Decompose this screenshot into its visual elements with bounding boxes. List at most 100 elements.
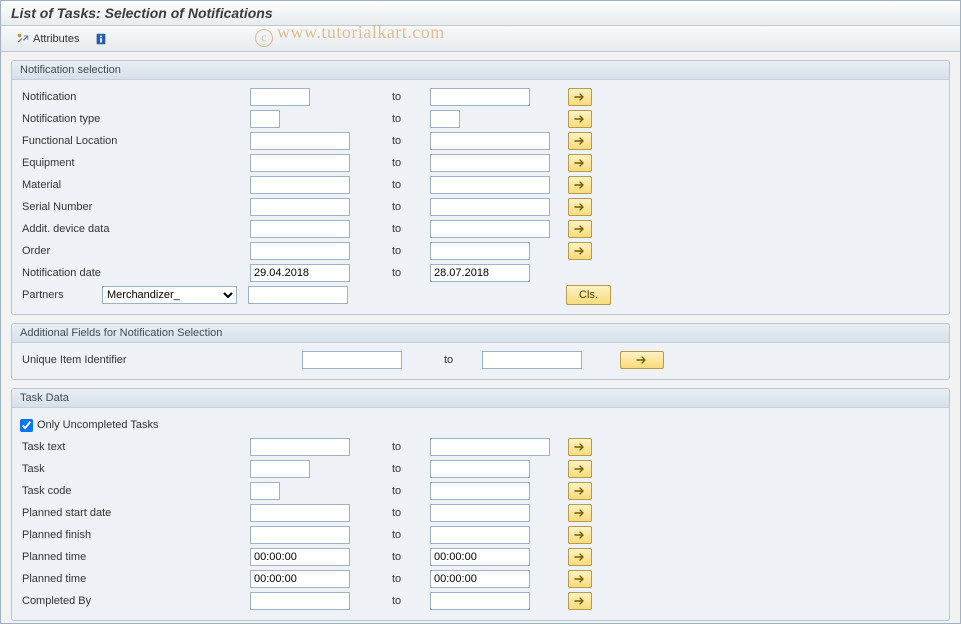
from-input[interactable] [250,242,350,260]
info-button[interactable] [90,29,112,49]
to-label: to [380,91,430,103]
to-label: to [380,507,430,519]
arrow-right-icon [574,224,586,234]
to-input[interactable] [430,110,460,128]
group-title: Notification selection [12,61,949,80]
from-input[interactable] [250,110,280,128]
from-input[interactable] [250,592,350,610]
multiple-selection-button[interactable] [568,548,592,566]
to-input[interactable] [430,154,550,172]
multiple-selection-button[interactable] [568,198,592,216]
arrow-right-icon [574,464,586,474]
unique-item-to-input[interactable] [482,351,582,369]
multiple-selection-button[interactable] [568,88,592,106]
to-input[interactable] [430,132,550,150]
field-label: Unique Item Identifier [20,354,302,366]
multiple-selection-button[interactable] [568,176,592,194]
from-input[interactable] [250,198,350,216]
to-input[interactable] [430,242,530,260]
task-row: Taskto [20,458,941,480]
field-label: Completed By [20,595,250,607]
multiple-selection-button[interactable] [568,504,592,522]
to-input[interactable] [430,88,530,106]
from-input[interactable] [250,504,350,522]
group-notification-selection: Notification selection NotificationtoNot… [11,60,950,315]
to-label: to [380,529,430,541]
multiple-selection-button[interactable] [568,154,592,172]
arrow-right-icon [574,596,586,606]
selection-row: Addit. device datato [20,218,941,240]
to-input[interactable] [430,592,530,610]
to-label: to [380,179,430,191]
field-label: Equipment [20,157,250,169]
from-input[interactable] [250,88,310,106]
multiple-selection-button[interactable] [568,482,592,500]
from-input[interactable] [250,526,350,544]
to-input[interactable] [430,570,530,588]
to-input[interactable] [430,504,530,522]
to-input[interactable] [430,526,530,544]
arrow-right-icon [574,158,586,168]
cls-button[interactable]: Cls. [566,285,611,305]
to-input[interactable] [430,220,550,238]
multiple-selection-button[interactable] [568,460,592,478]
field-label: Notification type [20,113,250,125]
partners-value-input[interactable] [248,286,348,304]
task-row: Planned timeto [20,546,941,568]
to-input[interactable] [430,460,530,478]
from-input[interactable] [250,460,310,478]
field-label: Serial Number [20,201,250,213]
from-input[interactable] [250,482,280,500]
task-row: Task codeto [20,480,941,502]
multiple-selection-button[interactable] [568,526,592,544]
multiple-selection-button[interactable] [568,242,592,260]
field-label: Order [20,245,250,257]
toolbar: Attributes [1,26,960,52]
to-input[interactable] [430,198,550,216]
multiple-selection-button[interactable] [620,351,664,369]
selection-row: Equipment to [20,152,941,174]
partners-label: Partners [20,289,102,301]
multiple-selection-button[interactable] [568,132,592,150]
attributes-label: Attributes [33,33,79,45]
to-label: to [380,157,430,169]
attributes-button[interactable]: Attributes [9,29,86,49]
from-input[interactable] [250,220,350,238]
to-label: to [380,463,430,475]
multiple-selection-button[interactable] [568,570,592,588]
group-task-data: Task Data Only Uncompleted Tasks Task te… [11,388,950,621]
from-input[interactable] [250,548,350,566]
to-label: to [432,354,482,366]
from-input[interactable] [250,570,350,588]
from-input[interactable] [250,154,350,172]
selection-row: Notification dateto [20,262,941,284]
from-input[interactable] [250,438,350,456]
field-label: Addit. device data [20,223,250,235]
only-uncompleted-label[interactable]: Only Uncompleted Tasks [20,419,158,432]
from-input[interactable] [250,264,350,282]
arrow-right-icon [574,114,586,124]
arrow-right-icon [574,486,586,496]
unique-item-from-input[interactable] [302,351,402,369]
to-input[interactable] [430,264,530,282]
multiple-selection-button[interactable] [568,592,592,610]
to-input[interactable] [430,438,550,456]
to-input[interactable] [430,548,530,566]
selection-row: Notification to [20,86,941,108]
row-only-uncompleted: Only Uncompleted Tasks [20,414,941,436]
row-unique-item-identifier: Unique Item Identifier to [20,349,941,371]
to-label: to [380,245,430,257]
from-input[interactable] [250,132,350,150]
multiple-selection-button[interactable] [568,220,592,238]
to-input[interactable] [430,482,530,500]
partners-select[interactable]: Merchandizer_ [102,286,237,304]
arrow-right-icon [574,574,586,584]
field-label: Planned time [20,573,250,585]
multiple-selection-button[interactable] [568,438,592,456]
only-uncompleted-checkbox[interactable] [20,419,33,432]
multiple-selection-button[interactable] [568,110,592,128]
to-input[interactable] [430,176,550,194]
from-input[interactable] [250,176,350,194]
arrow-right-icon [636,355,648,365]
field-label: Notification [20,91,250,103]
